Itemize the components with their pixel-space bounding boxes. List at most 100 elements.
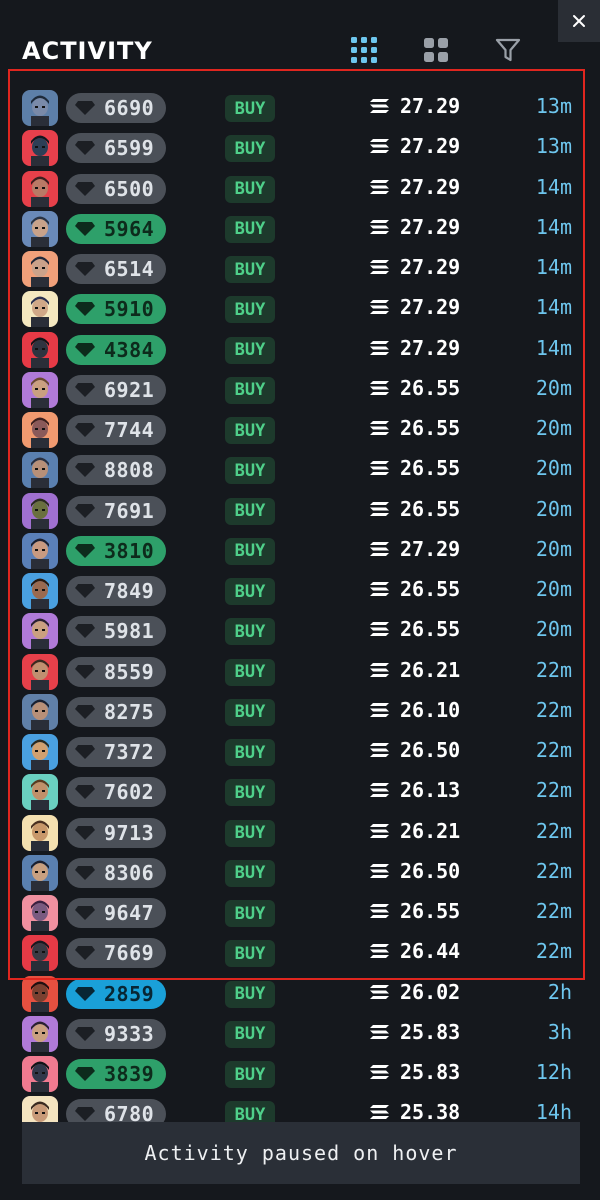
avatar[interactable]	[22, 854, 58, 891]
activity-row[interactable]: 7744 BUY 26.55 20m	[0, 409, 600, 449]
rank-badge: 9713	[66, 817, 166, 848]
buy-badge: BUY	[225, 376, 275, 404]
buy-badge: BUY	[225, 940, 275, 968]
rank-badge: 6599	[66, 133, 166, 164]
solana-icon	[370, 340, 389, 355]
rank-value: 9713	[104, 820, 155, 845]
activity-row[interactable]: 4384 BUY 27.29 14m	[0, 329, 600, 369]
rank-value: 6690	[104, 96, 155, 120]
solana-icon	[370, 662, 389, 677]
activity-row[interactable]: 8559 BUY 26.21 22m	[0, 651, 600, 691]
avatar[interactable]	[22, 492, 58, 529]
rank-badge: 7849	[66, 576, 166, 606]
price: 27.29	[370, 215, 460, 239]
avatar[interactable]	[22, 895, 58, 931]
close-icon	[573, 15, 585, 27]
time-ago: 14m	[535, 174, 572, 199]
activity-row[interactable]: 7849 BUY 26.55 20m	[0, 570, 600, 610]
rank-value: 4384	[104, 337, 155, 362]
rank-badge: 7669	[66, 938, 166, 969]
avatar[interactable]	[22, 371, 58, 408]
activity-row[interactable]: 7669 BUY 26.44 22m	[0, 932, 600, 972]
activity-row[interactable]: 8306 BUY 26.50 22m	[0, 852, 600, 892]
rank-badge: 7691	[66, 495, 166, 526]
price-value: 26.21	[400, 818, 461, 843]
close-button[interactable]	[558, 0, 600, 42]
diamond-icon	[75, 141, 95, 156]
avatar[interactable]	[22, 613, 58, 650]
avatar[interactable]	[22, 734, 58, 770]
price-value: 27.29	[400, 214, 461, 239]
price-value: 25.83	[400, 1060, 461, 1084]
diamond-icon	[75, 825, 95, 840]
activity-row[interactable]: 3810 BUY 27.29 20m	[0, 530, 600, 570]
rank-value: 8275	[104, 699, 155, 724]
view-controls	[328, 30, 544, 70]
price-value: 26.50	[400, 858, 461, 883]
activity-row[interactable]: 6514 BUY 27.29 14m	[0, 248, 600, 288]
time-ago: 20m	[535, 416, 572, 440]
activity-row[interactable]: 3839 BUY 25.83 12h	[0, 1053, 600, 1093]
avatar[interactable]	[22, 170, 58, 207]
activity-row[interactable]: 2859 BUY 26.02 2h	[0, 973, 600, 1013]
activity-row[interactable]: 5910 BUY 27.29 14m	[0, 288, 600, 328]
avatar[interactable]	[22, 452, 58, 489]
rank-value: 5964	[104, 216, 155, 241]
activity-row[interactable]: 7602 BUY 26.13 22m	[0, 771, 600, 811]
time-ago: 22m	[535, 778, 572, 803]
avatar[interactable]	[22, 412, 58, 448]
activity-row[interactable]: 9647 BUY 26.55 22m	[0, 892, 600, 932]
rank-badge: 7602	[66, 777, 166, 808]
avatar[interactable]	[22, 210, 58, 247]
avatar[interactable]	[22, 573, 58, 609]
avatar[interactable]	[22, 331, 58, 368]
activity-row[interactable]: 8275 BUY 26.10 22m	[0, 691, 600, 731]
rank-value: 3810	[104, 538, 155, 563]
price: 26.50	[370, 738, 460, 762]
price-value: 26.21	[400, 657, 461, 682]
grid-small-view-button[interactable]	[328, 30, 400, 70]
activity-row[interactable]: 6599 BUY 27.29 13m	[0, 127, 600, 167]
avatar[interactable]	[22, 975, 58, 1012]
activity-row[interactable]: 6921 BUY 26.55 20m	[0, 369, 600, 409]
rank-badge: 6500	[66, 173, 166, 204]
price: 26.10	[370, 698, 460, 722]
activity-row[interactable]: 5981 BUY 26.55 20m	[0, 610, 600, 650]
avatar[interactable]	[22, 1015, 58, 1052]
activity-row[interactable]: 7691 BUY 26.55 20m	[0, 490, 600, 530]
diamond-icon	[75, 1026, 95, 1041]
price-value: 27.29	[400, 94, 461, 118]
activity-row[interactable]: 8808 BUY 26.55 20m	[0, 449, 600, 489]
avatar[interactable]	[22, 774, 58, 811]
avatar[interactable]	[22, 1056, 58, 1092]
avatar[interactable]	[22, 935, 58, 972]
avatar[interactable]	[22, 693, 58, 730]
price: 26.50	[370, 859, 460, 883]
price: 26.21	[370, 658, 460, 682]
solana-icon	[370, 783, 389, 798]
activity-row[interactable]: 7372 BUY 26.50 22m	[0, 731, 600, 771]
solana-icon	[370, 702, 389, 717]
price: 27.29	[370, 255, 460, 279]
avatar[interactable]	[22, 130, 58, 167]
rank-value: 5910	[104, 297, 155, 322]
avatar[interactable]	[22, 653, 58, 690]
avatar[interactable]	[22, 90, 58, 126]
avatar[interactable]	[22, 291, 58, 328]
activity-row[interactable]: 5964 BUY 27.29 14m	[0, 208, 600, 248]
activity-row[interactable]: 9333 BUY 25.83 3h	[0, 1013, 600, 1053]
filter-button[interactable]	[472, 30, 544, 70]
page-title: ACTIVITY	[22, 37, 153, 65]
rank-badge: 4384	[66, 334, 166, 365]
avatar[interactable]	[22, 251, 58, 287]
activity-row[interactable]: 6690 BUY 27.29 13m	[0, 87, 600, 127]
activity-row[interactable]: 6500 BUY 27.29 14m	[0, 168, 600, 208]
grid-large-view-button[interactable]	[400, 30, 472, 70]
diamond-icon	[75, 503, 95, 518]
rank-badge: 3839	[66, 1059, 166, 1089]
filter-icon	[495, 38, 521, 62]
avatar[interactable]	[22, 814, 58, 851]
time-ago: 20m	[535, 456, 572, 481]
avatar[interactable]	[22, 532, 58, 569]
activity-row[interactable]: 9713 BUY 26.21 22m	[0, 812, 600, 852]
